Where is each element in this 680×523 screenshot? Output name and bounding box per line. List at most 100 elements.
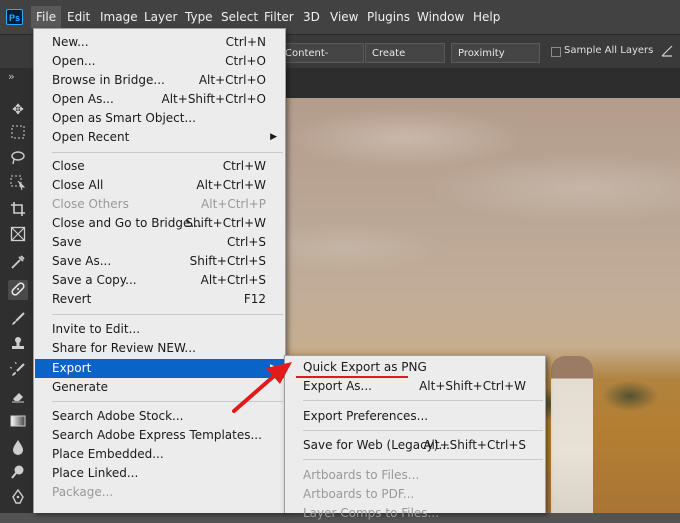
file-menu-item-close[interactable]: Close Ctrl+W — [35, 157, 284, 176]
menu-filter[interactable]: Filter — [259, 6, 299, 28]
file-menu-item-open-recent[interactable]: Open Recent ▶ — [35, 128, 284, 147]
stamp-icon[interactable] — [8, 336, 28, 356]
file-menu-item-shortcut: Alt+Ctrl+P — [201, 197, 266, 211]
file-menu-item-label: Revert — [52, 292, 92, 306]
export-menu-item-label: Layer Comps to Files... — [303, 506, 440, 520]
sky-clouds — [285, 98, 680, 278]
export-menu-item-quick-export-as-png[interactable]: Quick Export as PNG — [286, 358, 544, 377]
file-menu-item-label: Close Others — [52, 197, 129, 211]
file-menu-item-open[interactable]: Open... Ctrl+O — [35, 52, 284, 71]
file-menu-item-open-as[interactable]: Open As... Alt+Shift+Ctrl+O — [35, 90, 284, 109]
file-menu-item-shortcut: Alt+Ctrl+S — [200, 273, 266, 287]
history-brush-icon[interactable] — [7, 359, 28, 382]
menu-window[interactable]: Window — [412, 6, 469, 28]
menu-file[interactable]: File — [31, 6, 62, 28]
content-aware-button[interactable]: Content-Aware — [278, 43, 364, 79]
sample-all-layers-checkbox[interactable] — [551, 47, 561, 57]
file-menu-item-label: Open... — [52, 54, 96, 68]
file-menu-item-label: Close — [52, 159, 85, 173]
file-menu-item-label: Place Linked... — [52, 466, 139, 480]
export-menu-item-label: Export As... — [303, 379, 372, 393]
file-menu-item-close-all[interactable]: Close All Alt+Ctrl+W — [35, 176, 284, 195]
object-select-icon[interactable] — [8, 175, 28, 195]
file-menu-item-label: Save As... — [52, 254, 112, 268]
file-menu-item-shortcut: Ctrl+N — [225, 35, 266, 49]
eraser-icon[interactable] — [8, 388, 28, 408]
menu-select[interactable]: Select — [216, 6, 263, 28]
menu-help[interactable]: Help — [468, 6, 505, 28]
export-menu-item-export-preferences[interactable]: Export Preferences... — [286, 407, 544, 426]
file-menu-item-browse-in-bridge[interactable]: Browse in Bridge... Alt+Ctrl+O — [35, 71, 284, 90]
file-menu-item-shortcut: F12 — [243, 292, 266, 306]
file-menu-item-place-embedded[interactable]: Place Embedded... — [35, 445, 284, 464]
gradient-icon[interactable] — [8, 413, 28, 433]
menu-separator — [303, 459, 543, 460]
menu-type[interactable]: Type — [180, 6, 218, 28]
file-menu-item-close-others: Close Others Alt+Ctrl+P — [35, 195, 284, 214]
eyedropper-icon[interactable] — [8, 254, 28, 274]
menu-layer[interactable]: Layer — [139, 6, 182, 28]
file-menu-item-label: Open Recent — [52, 130, 130, 144]
file-menu-item-close-and-go-to-bridge[interactable]: Close and Go to Bridge... Shift+Ctrl+W — [35, 214, 284, 233]
file-menu-item-shortcut: Shift+Ctrl+S — [189, 254, 266, 268]
menu-edit[interactable]: Edit — [62, 6, 95, 28]
file-menu-item-label: Generate — [52, 380, 109, 394]
file-menu-item-shortcut: Ctrl+O — [225, 54, 266, 68]
marquee-icon[interactable] — [8, 125, 28, 145]
dodge-icon[interactable] — [8, 464, 28, 484]
file-menu-item-label: Save — [52, 235, 82, 249]
file-menu-item-label: Save a Copy... — [52, 273, 137, 287]
file-menu-item-shortcut: Ctrl+W — [222, 159, 266, 173]
file-menu-item-label: Browse in Bridge... — [52, 73, 165, 87]
collapse-panel-icon[interactable]: » — [8, 70, 15, 83]
menu-separator — [52, 152, 283, 153]
file-menu-item-save-as[interactable]: Save As... Shift+Ctrl+S — [35, 252, 284, 271]
file-menu-item-search-adobe-express-templates[interactable]: Search Adobe Express Templates... — [35, 426, 284, 445]
file-menu-item-revert[interactable]: Revert F12 — [35, 290, 284, 309]
angle-icon[interactable] — [660, 44, 674, 58]
file-menu-item-label: Invite to Edit... — [52, 322, 141, 336]
create-texture-button[interactable]: Create Texture — [365, 43, 445, 79]
file-menu-item-label: Export — [52, 361, 92, 375]
file-menu-item-label: Close All — [52, 178, 104, 192]
export-menu-item-shortcut: Alt+Shift+Ctrl+S — [423, 438, 526, 452]
frame-icon[interactable] — [8, 226, 28, 246]
file-menu-item-place-linked[interactable]: Place Linked... — [35, 464, 284, 483]
file-menu-item-new[interactable]: New... Ctrl+N — [35, 33, 284, 52]
proximity-match-button[interactable]: Proximity Match — [451, 43, 540, 79]
lasso-icon[interactable] — [8, 150, 28, 170]
menu-view[interactable]: View — [325, 6, 363, 28]
file-menu-item-label: New... — [52, 35, 89, 49]
file-menu-item-shortcut: Alt+Ctrl+W — [196, 178, 266, 192]
file-menu-item-package: Package... — [35, 483, 284, 502]
file-menu-item-save-a-copy[interactable]: Save a Copy... Alt+Ctrl+S — [35, 271, 284, 290]
menu-plugins[interactable]: Plugins — [362, 6, 415, 28]
tools-panel: » ✥ — [0, 68, 34, 513]
file-menu-item-invite-to-edit[interactable]: Invite to Edit... — [35, 320, 284, 339]
file-menu-item-shortcut: Shift+Ctrl+W — [185, 216, 266, 230]
file-menu-item-save[interactable]: Save Ctrl+S — [35, 233, 284, 252]
file-menu-item-label: Open as Smart Object... — [52, 111, 196, 125]
menu-3d[interactable]: 3D — [298, 6, 325, 28]
menu-image[interactable]: Image — [95, 6, 143, 28]
export-menu-item-shortcut: Alt+Shift+Ctrl+W — [419, 379, 526, 393]
export-menu-item-label: Artboards to Files... — [303, 468, 420, 482]
highlight-underline — [296, 376, 408, 378]
menu-separator — [303, 400, 543, 401]
brush-icon[interactable] — [8, 311, 28, 331]
export-menu-item-label: Quick Export as PNG — [303, 360, 427, 374]
export-menu-item-export-as[interactable]: Export As... Alt+Shift+Ctrl+W — [286, 377, 544, 396]
blur-icon[interactable] — [8, 439, 28, 459]
file-menu-item-label: Place Embedded... — [52, 447, 164, 461]
export-menu-item-save-for-web-legacy[interactable]: Save for Web (Legacy)... Alt+Shift+Ctrl+S — [286, 436, 544, 455]
file-menu-item-shortcut: Ctrl+S — [226, 235, 266, 249]
photoshop-logo: Ps — [6, 9, 23, 25]
crop-icon[interactable] — [8, 201, 28, 221]
healing-brush-icon[interactable] — [8, 280, 28, 300]
move-icon[interactable]: ✥ — [8, 100, 28, 120]
pen-icon[interactable] — [8, 488, 28, 509]
annotation-arrow — [232, 362, 292, 413]
file-menu-item-open-as-smart-object[interactable]: Open as Smart Object... — [35, 109, 284, 128]
menu-separator — [303, 430, 543, 431]
file-menu-item-label: Search Adobe Express Templates... — [52, 428, 262, 442]
